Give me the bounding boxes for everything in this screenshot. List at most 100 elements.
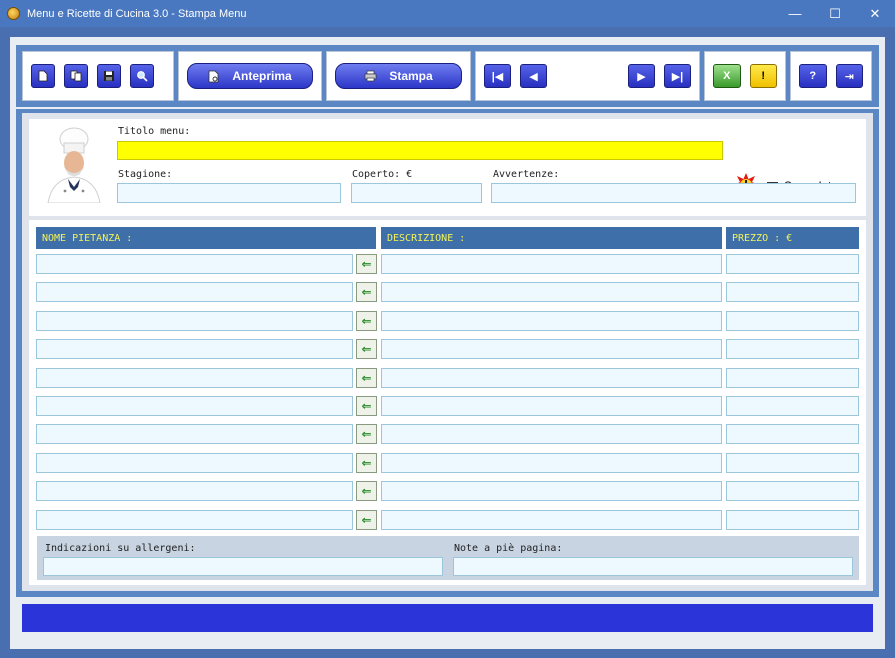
- price-cell[interactable]: [726, 424, 859, 444]
- arrow-left-icon: ⇐: [361, 314, 372, 328]
- last-record-button[interactable]: ▶|: [664, 64, 691, 88]
- price-cell[interactable]: [726, 481, 859, 501]
- warning-button[interactable]: !: [749, 64, 777, 88]
- dish-name-cell[interactable]: [36, 510, 353, 530]
- excel-icon: X: [723, 70, 731, 82]
- window-controls: — ☐ ✕: [775, 0, 895, 27]
- copy-button[interactable]: [64, 64, 88, 88]
- next-record-button[interactable]: ▶: [628, 64, 655, 88]
- price-cell[interactable]: [726, 254, 859, 274]
- file-toolbar-group: [22, 51, 174, 101]
- description-cell[interactable]: [381, 339, 722, 359]
- description-cell[interactable]: [381, 311, 722, 331]
- footnotes-input[interactable]: [453, 557, 853, 576]
- insert-dish-button[interactable]: ⇐: [356, 368, 377, 388]
- print-button[interactable]: Stampa: [335, 63, 462, 89]
- insert-dish-button[interactable]: ⇐: [356, 254, 377, 274]
- maximize-button[interactable]: ☐: [815, 0, 855, 27]
- preview-toolbar-group: Anteprima: [178, 51, 322, 101]
- dish-name-cell[interactable]: [36, 254, 353, 274]
- first-icon: |◀: [491, 70, 504, 83]
- dish-name-cell[interactable]: [36, 368, 353, 388]
- nav-forward-group: ▶ ▶|: [628, 64, 691, 88]
- price-cell[interactable]: [726, 396, 859, 416]
- arrow-left-icon: ⇐: [361, 371, 372, 385]
- nav-back-group: |◀ ◀: [484, 64, 547, 88]
- preview-button[interactable]: Anteprima: [187, 63, 313, 89]
- excel-export-button[interactable]: X: [713, 64, 741, 88]
- description-cell[interactable]: [381, 368, 722, 388]
- insert-dish-button[interactable]: ⇐: [356, 481, 377, 501]
- arrow-left-icon: ⇐: [361, 484, 372, 498]
- insert-dish-button[interactable]: ⇐: [356, 339, 377, 359]
- close-button[interactable]: ✕: [855, 0, 895, 27]
- warnings-input[interactable]: [491, 183, 856, 203]
- dish-name-cell[interactable]: [36, 339, 353, 359]
- printer-icon: [364, 70, 377, 82]
- warning-icon: !: [761, 70, 766, 82]
- description-cell[interactable]: [381, 282, 722, 302]
- cover-input[interactable]: [351, 183, 482, 203]
- arrow-left-icon: ⇐: [361, 399, 372, 413]
- season-input[interactable]: [117, 183, 341, 203]
- previous-icon: ◀: [529, 70, 538, 83]
- price-cell[interactable]: [726, 368, 859, 388]
- arrow-left-icon: ⇐: [361, 427, 372, 441]
- insert-dish-button[interactable]: ⇐: [356, 396, 377, 416]
- last-icon: ▶|: [671, 70, 684, 83]
- insert-dish-button[interactable]: ⇐: [356, 282, 377, 302]
- minimize-button[interactable]: —: [775, 0, 815, 27]
- help-icon: ?: [809, 70, 817, 82]
- description-cell[interactable]: [381, 424, 722, 444]
- insert-dish-button[interactable]: ⇐: [356, 424, 377, 444]
- price-cell[interactable]: [726, 282, 859, 302]
- insert-dish-button[interactable]: ⇐: [356, 311, 377, 331]
- tools-toolbar-group: X !: [704, 51, 786, 101]
- price-cell[interactable]: [726, 510, 859, 530]
- season-label: Stagione:: [118, 169, 173, 180]
- description-cell[interactable]: [381, 481, 722, 501]
- print-toolbar-group: Stampa: [326, 51, 471, 101]
- price-header: PREZZO : €: [726, 227, 859, 249]
- navigation-toolbar-group: |◀ ◀ ▶ ▶|: [475, 51, 700, 101]
- description-cell[interactable]: [381, 510, 722, 530]
- insert-dish-button[interactable]: ⇐: [356, 453, 377, 473]
- title-label: Titolo menu:: [118, 126, 191, 137]
- description-cell[interactable]: [381, 396, 722, 416]
- preview-label: Anteprima: [232, 69, 292, 83]
- status-bar: [22, 604, 873, 632]
- exit-button[interactable]: ⇥: [835, 64, 863, 88]
- search-icon: [137, 71, 148, 82]
- description-header: DESCRIZIONE :: [381, 227, 722, 249]
- first-record-button[interactable]: |◀: [484, 64, 511, 88]
- allergens-label: Indicazioni su allergeni:: [45, 543, 196, 554]
- next-icon: ▶: [637, 70, 646, 83]
- price-cell[interactable]: [726, 339, 859, 359]
- cover-label: Coperto: €: [352, 169, 413, 180]
- arrow-left-icon: ⇐: [361, 342, 372, 356]
- description-cell[interactable]: [381, 453, 722, 473]
- save-button[interactable]: [97, 64, 121, 88]
- dish-name-cell[interactable]: [36, 424, 353, 444]
- title-input[interactable]: [117, 141, 723, 160]
- price-cell[interactable]: [726, 453, 859, 473]
- warnings-label: Avvertenze:: [493, 169, 560, 180]
- price-cell[interactable]: [726, 311, 859, 331]
- dish-name-cell[interactable]: [36, 282, 353, 302]
- description-cell[interactable]: [381, 254, 722, 274]
- dish-name-cell[interactable]: [36, 396, 353, 416]
- allergens-input[interactable]: [43, 557, 443, 576]
- dish-name-cell[interactable]: [36, 481, 353, 501]
- arrow-left-icon: ⇐: [361, 257, 372, 271]
- help-button[interactable]: ?: [799, 64, 827, 88]
- copy-icon: [70, 70, 82, 82]
- insert-dish-button[interactable]: ⇐: [356, 510, 377, 530]
- footnotes-label: Note a piè pagina:: [454, 543, 563, 554]
- search-button[interactable]: [130, 64, 154, 88]
- new-button[interactable]: [31, 64, 55, 88]
- dish-name-cell[interactable]: [36, 311, 353, 331]
- preview-icon: [208, 70, 219, 82]
- exit-icon: ⇥: [844, 70, 854, 83]
- previous-record-button[interactable]: ◀: [520, 64, 547, 88]
- dish-name-cell[interactable]: [36, 453, 353, 473]
